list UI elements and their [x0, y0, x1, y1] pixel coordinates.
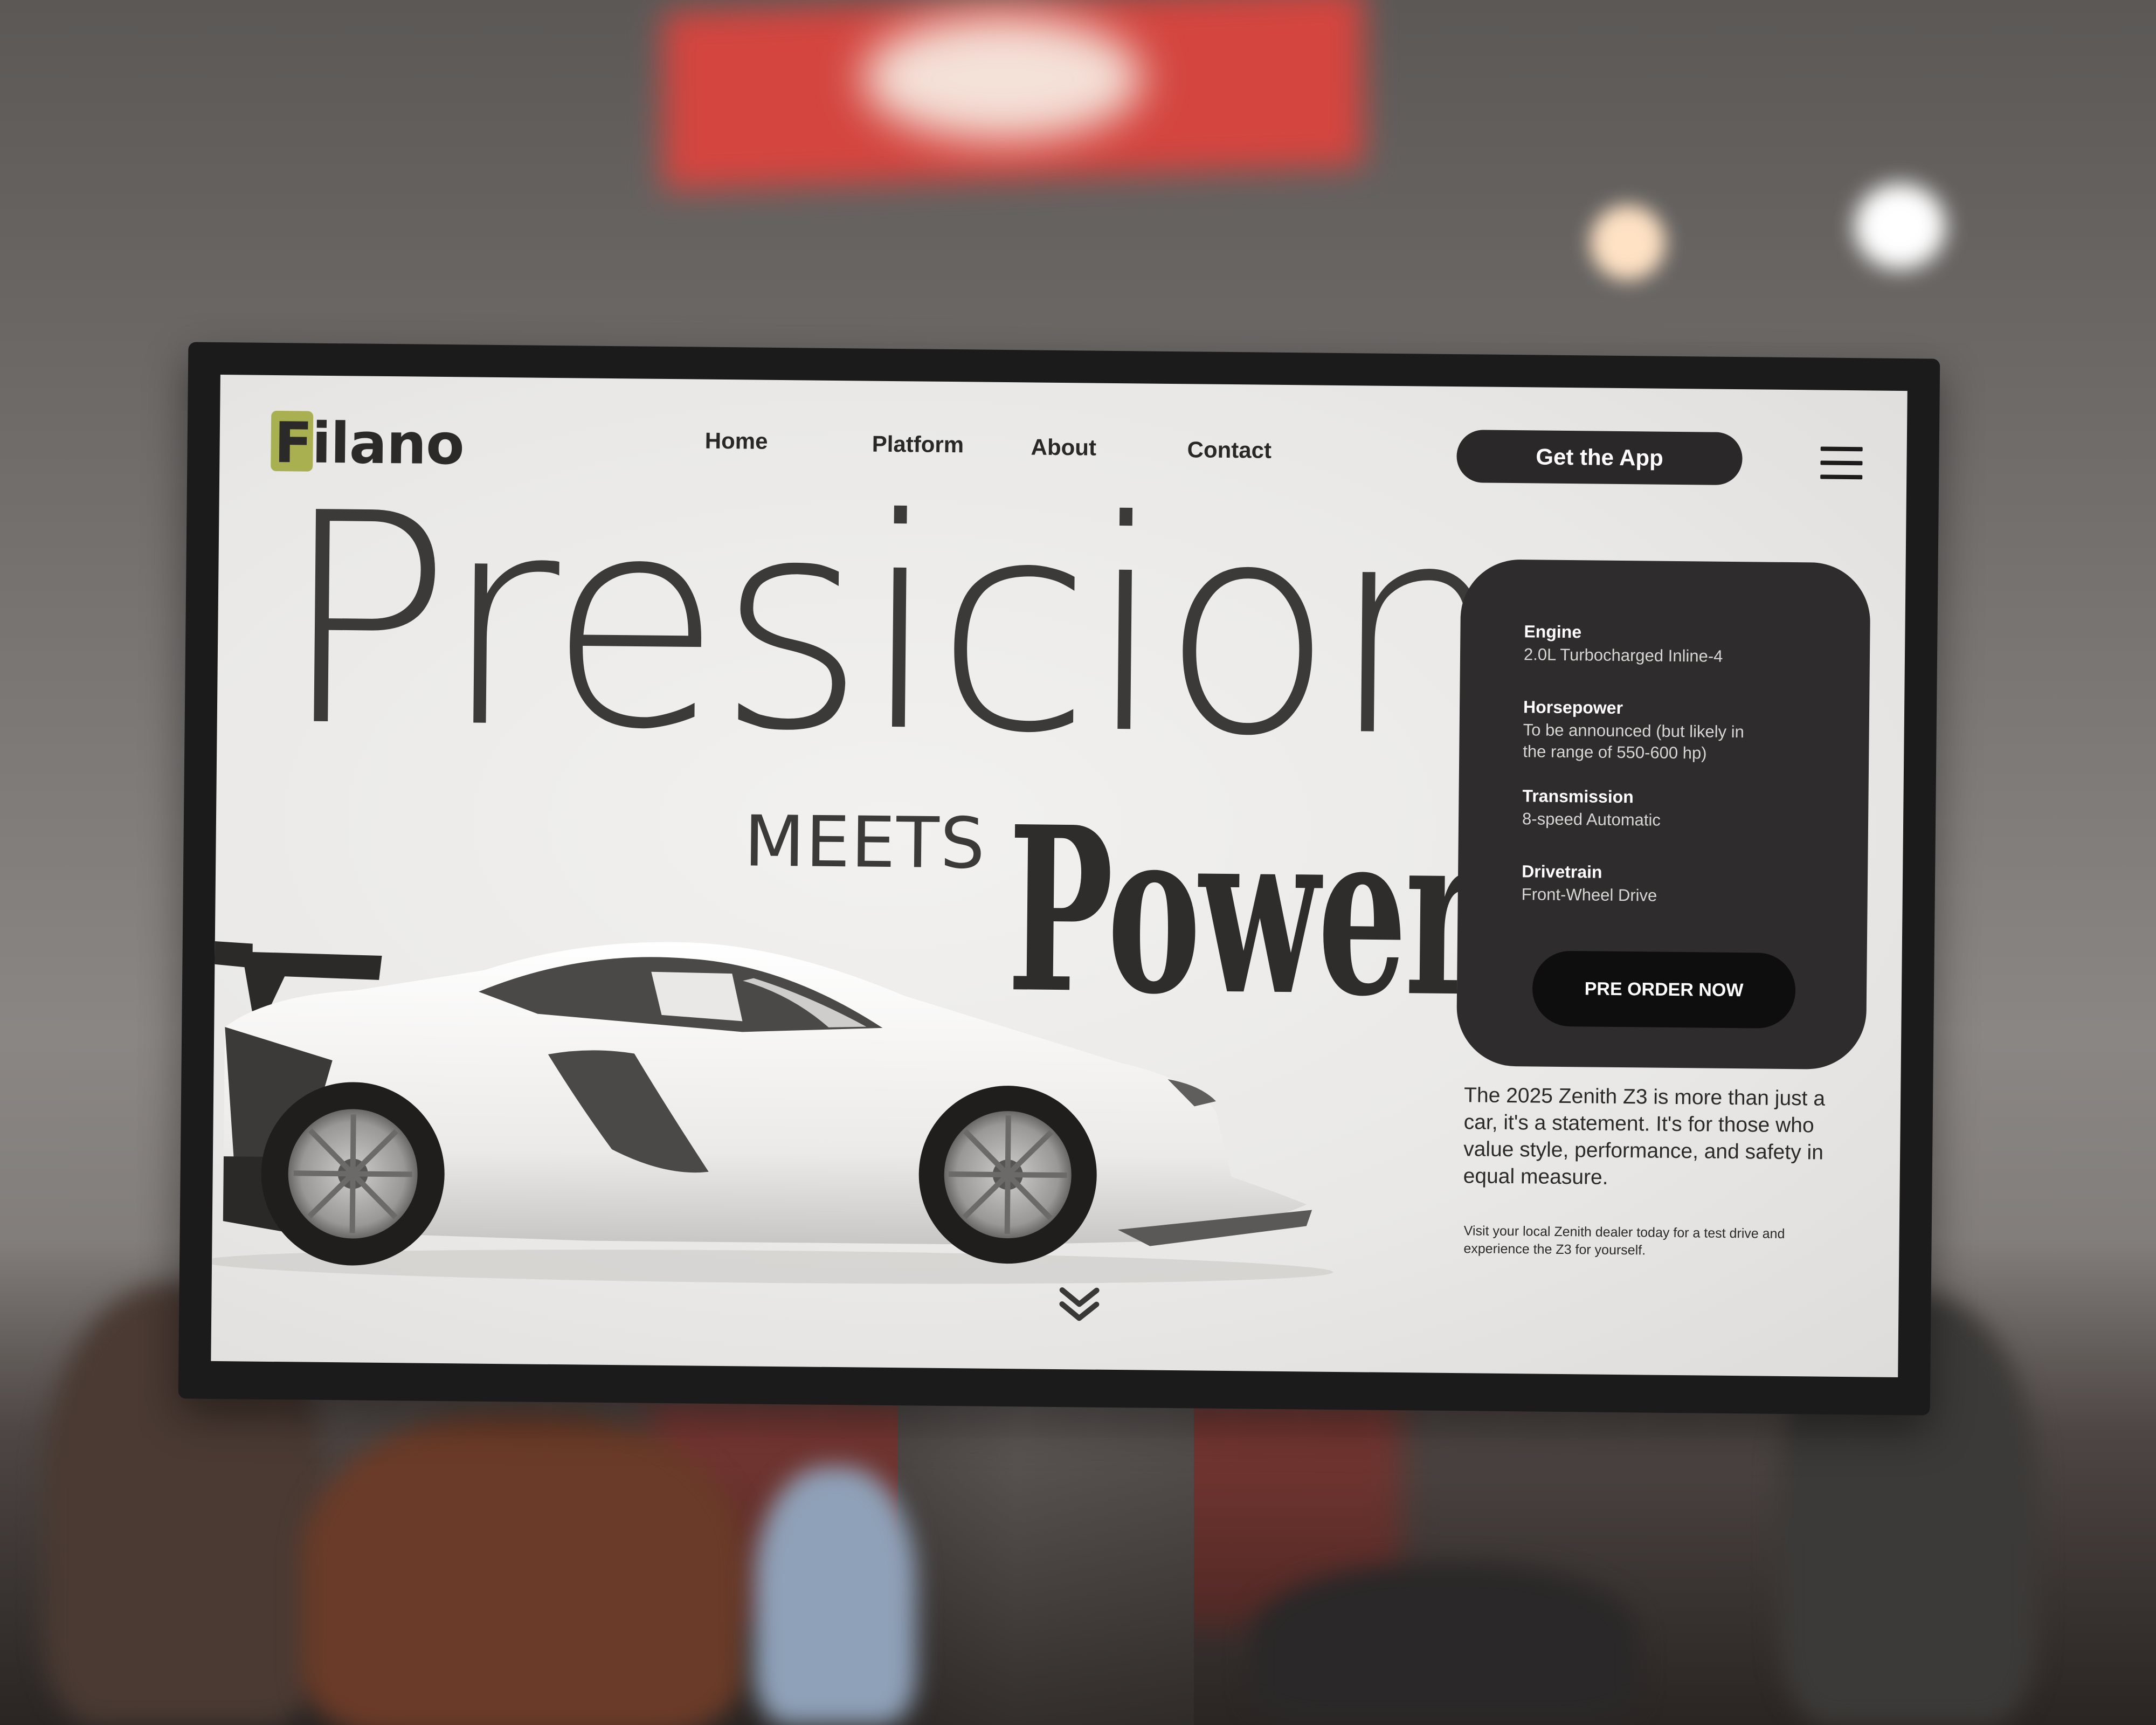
pre-order-now-button[interactable]: PRE ORDER NOW — [1532, 950, 1796, 1029]
hero-headline-precision: Presicion — [278, 451, 1507, 802]
spec-value: 8-speed Automatic — [1522, 809, 1661, 830]
double-chevron-down-icon[interactable] — [1058, 1286, 1101, 1324]
ceiling-light — [1854, 183, 1946, 270]
spec-title: Transmission — [1522, 786, 1634, 807]
nav-platform[interactable]: Platform — [872, 431, 964, 458]
hamburger-menu-icon[interactable] — [1820, 446, 1863, 480]
spec-horsepower: Horsepower To be announced (but likely i… — [1523, 697, 1771, 765]
display-monitor: Filano Home Platform About Contact Get t… — [178, 342, 1940, 1416]
nav-contact[interactable]: Contact — [1187, 437, 1272, 463]
description-text: The 2025 Zenith Z3 is more than just a c… — [1463, 1084, 1826, 1189]
blurred-person — [1250, 1563, 1639, 1725]
hero-headline-meets: MEETS — [743, 800, 986, 885]
sports-car-image — [211, 940, 1333, 1284]
blurred-person — [755, 1466, 916, 1725]
spec-transmission: Transmission 8-speed Automatic — [1522, 786, 1661, 831]
spec-value: To be announced (but likely in the range… — [1523, 720, 1745, 763]
spec-value: 2.0L Turbocharged Inline-4 — [1523, 645, 1723, 666]
nav-about[interactable]: About — [1031, 434, 1096, 460]
spec-card: Engine 2.0L Turbocharged Inline-4 Horsep… — [1456, 559, 1871, 1070]
nav-home[interactable]: Home — [705, 428, 768, 454]
spec-drivetrain: Drivetrain Front-Wheel Drive — [1522, 861, 1657, 907]
spec-engine: Engine 2.0L Turbocharged Inline-4 — [1524, 622, 1723, 667]
spec-value: Front-Wheel Drive — [1521, 885, 1657, 905]
spec-title: Drivetrain — [1521, 861, 1602, 882]
sign-glow — [862, 16, 1143, 140]
spec-title: Horsepower — [1523, 697, 1623, 718]
website-screen: Filano Home Platform About Contact Get t… — [211, 375, 1908, 1377]
spec-title: Engine — [1524, 622, 1582, 642]
dealer-note: Visit your local Zenith dealer today for… — [1463, 1223, 1785, 1258]
ceiling-light — [1590, 205, 1666, 280]
blurred-person — [302, 1412, 744, 1725]
